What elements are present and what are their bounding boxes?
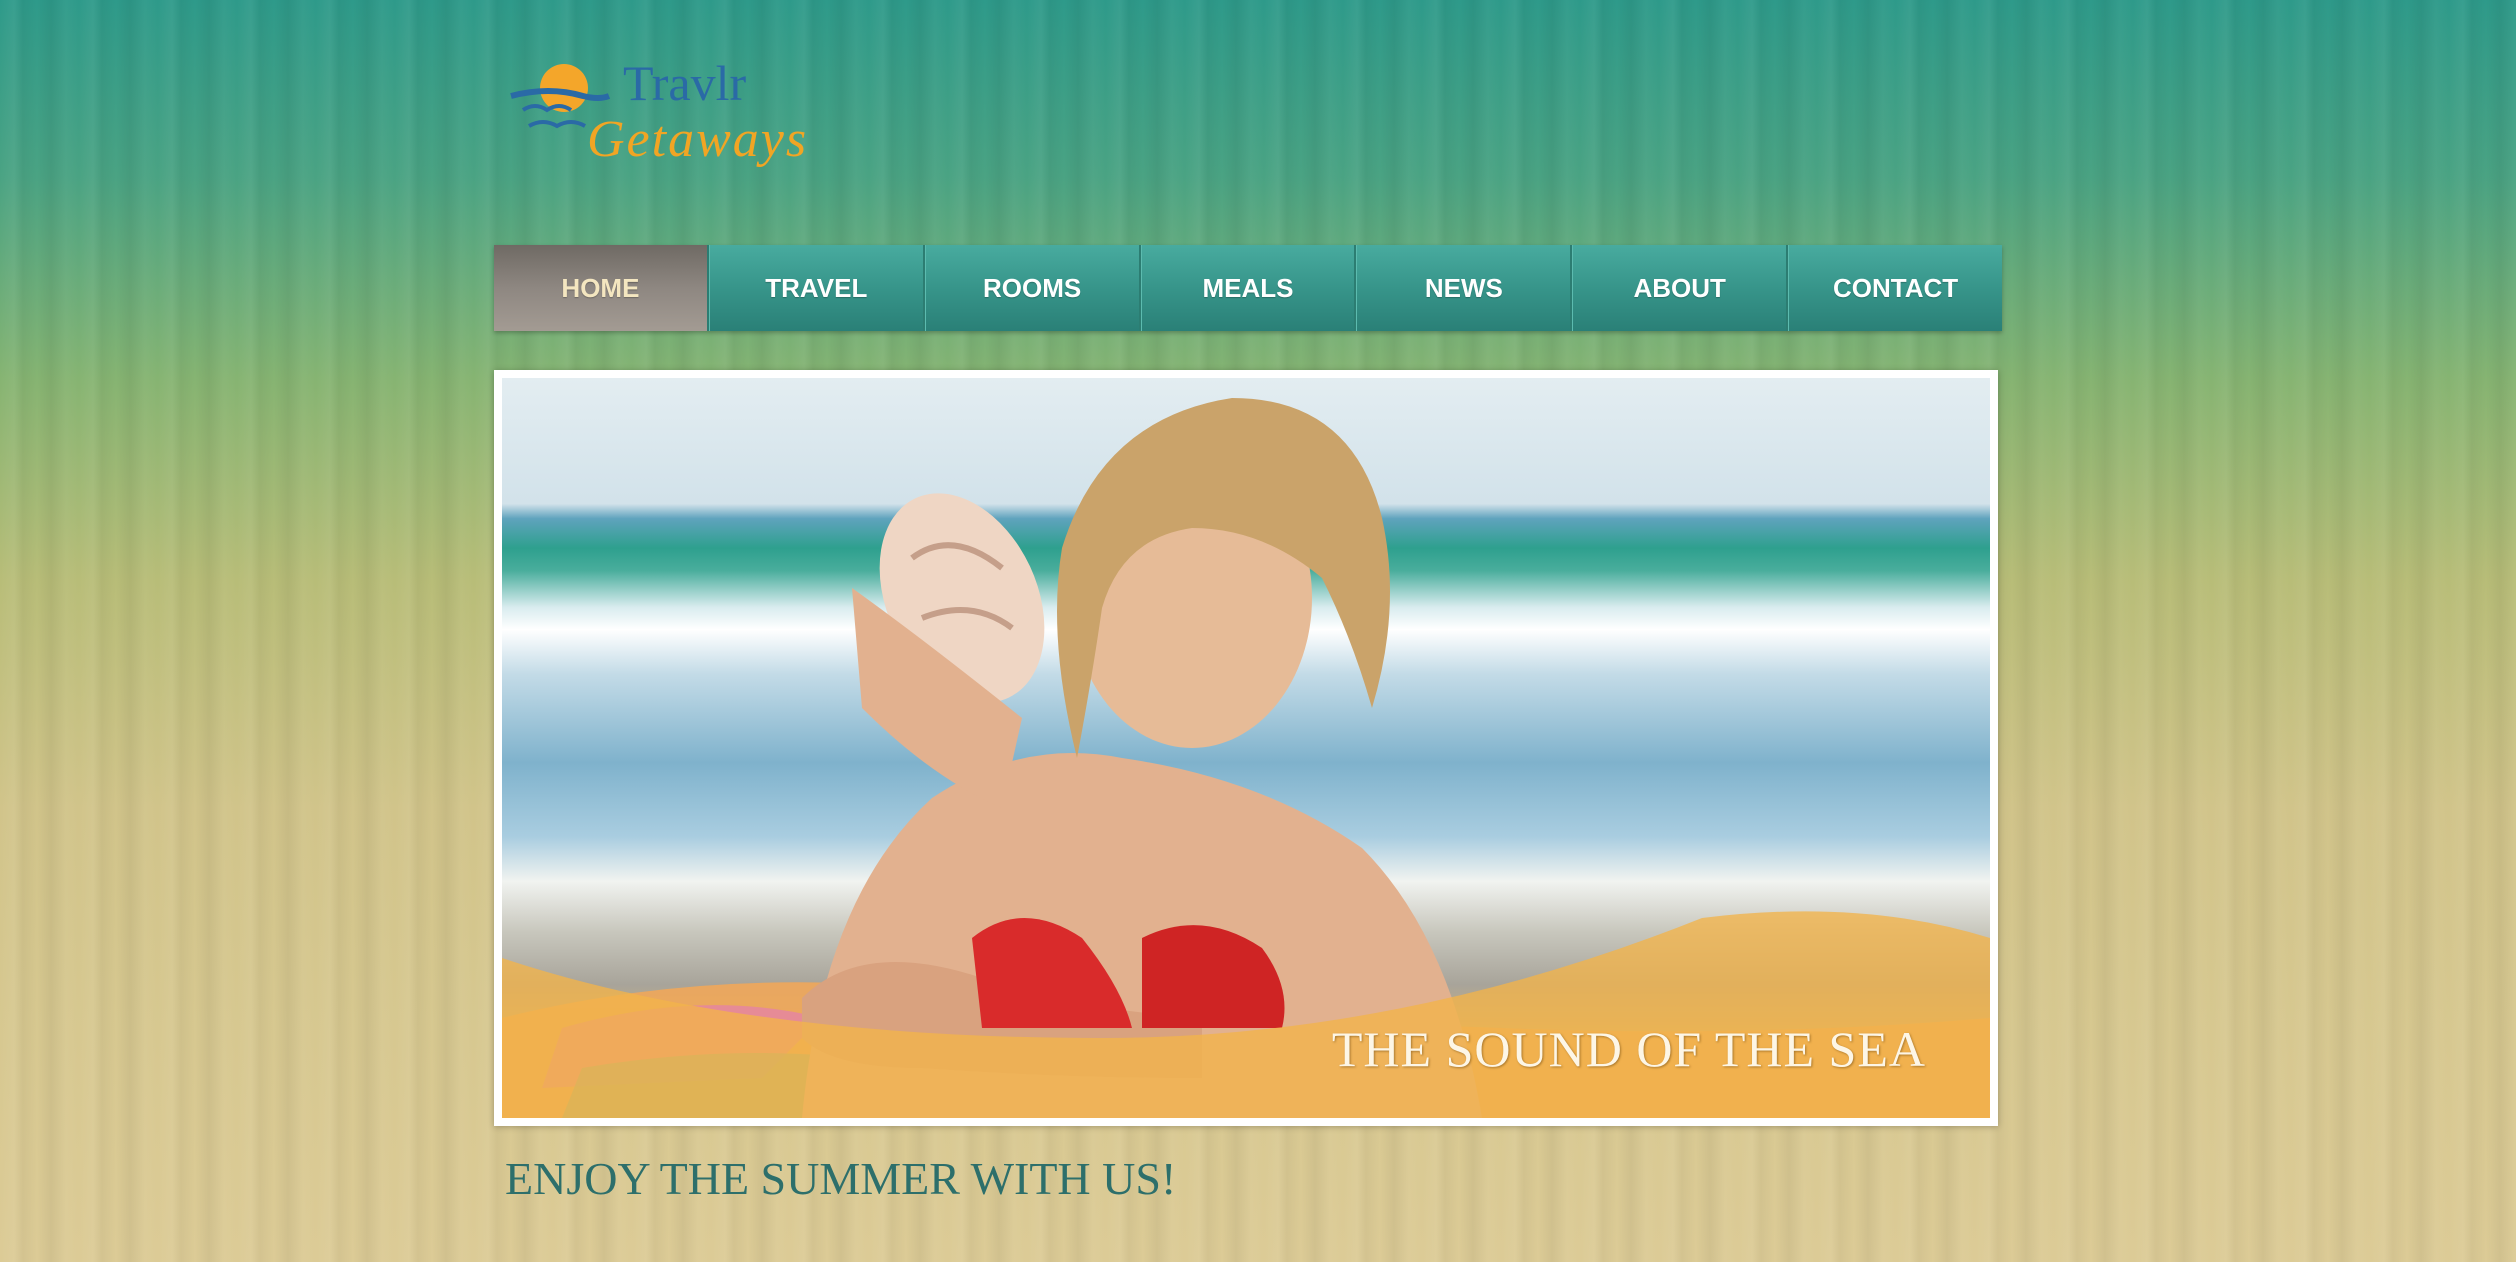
nav-item-home[interactable]: HOME [494, 245, 709, 331]
hero-caption: THE SOUND OF THE SEA [1331, 1021, 1926, 1077]
brand-name-line2: Getaways [587, 111, 808, 168]
hero-image: THE SOUND OF THE SEA [502, 378, 1990, 1118]
brand-name-line1: Travlr [623, 56, 747, 111]
sun-over-waves-icon: Travlr Getaways [510, 56, 808, 168]
page-tagline: ENJOY THE SUMMER WITH US! [505, 1153, 1177, 1204]
nav-item-about[interactable]: ABOUT [1572, 245, 1789, 331]
hero-banner[interactable]: THE SOUND OF THE SEA [494, 370, 1998, 1126]
nav-item-rooms[interactable]: ROOMS [924, 245, 1141, 331]
nav-item-travel[interactable]: TRAVEL [708, 245, 925, 331]
brand-logo[interactable]: Travlr Getaways [509, 56, 829, 168]
nav-item-news[interactable]: NEWS [1356, 245, 1573, 331]
woman-with-seashell-illustration [502, 398, 1990, 1118]
main-nav: HOME TRAVEL ROOMS MEALS NEWS ABOUT CONTA… [494, 245, 2003, 331]
nav-item-meals[interactable]: MEALS [1140, 245, 1357, 331]
nav-item-contact[interactable]: CONTACT [1788, 245, 2003, 331]
